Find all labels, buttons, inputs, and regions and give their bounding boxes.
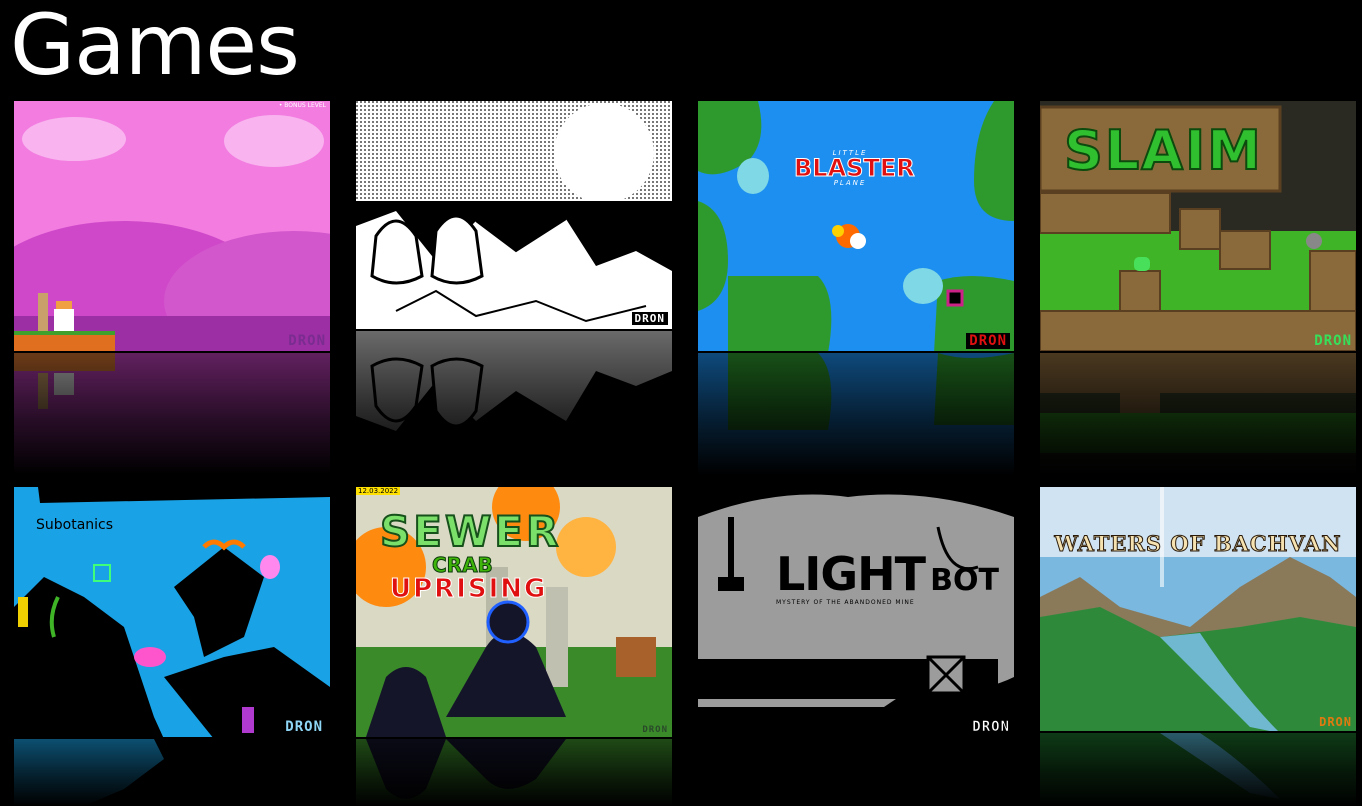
studio-label: DRON bbox=[642, 725, 668, 735]
game-thumbnail[interactable]: LITTLE BLASTER PLANE DRON bbox=[698, 101, 1014, 353]
game-thumbnail[interactable]: WATERS OF BACHVAN DRON bbox=[1040, 487, 1356, 733]
game-tile-sewer-crab-uprising[interactable]: 12.03.2022 SEWER CRAB UPRISING DRON bbox=[356, 487, 672, 806]
thumbnail-reflection bbox=[14, 353, 330, 475]
logo-line-sewer: SEWER bbox=[379, 507, 562, 556]
game-tile-subotanics[interactable]: Subotanics DRON bbox=[14, 487, 330, 806]
studio-label: DRON bbox=[288, 333, 326, 349]
thumbnail-reflection bbox=[1040, 733, 1356, 806]
game-tile-waters-of-bachvan[interactable]: WATERS OF BACHVAN DRON bbox=[1040, 487, 1356, 806]
game-logo: SLAIM bbox=[1063, 119, 1263, 182]
thumbnail-reflection bbox=[698, 739, 1014, 806]
game-logo: SEWER CRAB UPRISING bbox=[379, 507, 620, 604]
logo-subtitle: MYSTERY OF THE ABANDONED MINE bbox=[776, 599, 915, 606]
game-tile-little-blaster-plane[interactable]: LITTLE BLASTER PLANE DRON bbox=[698, 101, 1014, 475]
game-tile-bonus-level[interactable]: • BONUS LEVEL DRON bbox=[14, 101, 330, 475]
game-tile-slaim[interactable]: SLAIM DRON bbox=[1040, 101, 1356, 475]
date-badge: 12.03.2022 bbox=[356, 487, 401, 495]
thumbnail-reflection bbox=[1040, 353, 1356, 475]
logo-line-uprising: UPRISING bbox=[390, 574, 548, 604]
studio-label: DRON bbox=[966, 333, 1010, 349]
logo-line-crab: CRAB bbox=[432, 553, 494, 577]
studio-label: DRON bbox=[282, 719, 326, 735]
game-thumbnail[interactable]: • BONUS LEVEL DRON bbox=[14, 101, 330, 353]
logo-line-main: BLASTER bbox=[794, 154, 916, 182]
game-thumbnail[interactable]: 12.03.2022 SEWER CRAB UPRISING DRON bbox=[356, 487, 672, 739]
game-thumbnail[interactable]: LIGHT BOT MYSTERY OF THE ABANDONED MINE … bbox=[698, 487, 1014, 739]
game-logo: LITTLE BLASTER PLANE bbox=[794, 149, 916, 187]
game-caption: Subotanics bbox=[36, 517, 114, 533]
studio-label: DRON bbox=[972, 719, 1010, 736]
thumbnail-reflection bbox=[356, 331, 672, 475]
corner-text: • BONUS LEVEL bbox=[278, 102, 326, 109]
thumbnail-reflection bbox=[698, 353, 1014, 475]
thumbnail-reflection bbox=[356, 739, 672, 806]
logo-line-light: LIGHT bbox=[776, 547, 926, 601]
game-thumbnail[interactable]: DRON bbox=[356, 101, 672, 331]
studio-label: DRON bbox=[631, 312, 668, 325]
game-tile-penguins[interactable]: DRON bbox=[356, 101, 672, 475]
game-logo: WATERS OF BACHVAN bbox=[1054, 531, 1342, 557]
logo-line-bot: BOT bbox=[930, 563, 999, 598]
page-title: Games bbox=[10, 0, 300, 94]
studio-label: DRON bbox=[1319, 715, 1352, 729]
game-logo: LIGHT BOT MYSTERY OF THE ABANDONED MINE bbox=[776, 549, 999, 606]
studio-label: DRON bbox=[1314, 333, 1352, 349]
game-thumbnail[interactable]: SLAIM DRON bbox=[1040, 101, 1356, 353]
thumbnail-reflection bbox=[14, 739, 330, 806]
game-tile-light-bot[interactable]: LIGHT BOT MYSTERY OF THE ABANDONED MINE … bbox=[698, 487, 1014, 806]
game-thumbnail[interactable]: Subotanics DRON bbox=[14, 487, 330, 739]
